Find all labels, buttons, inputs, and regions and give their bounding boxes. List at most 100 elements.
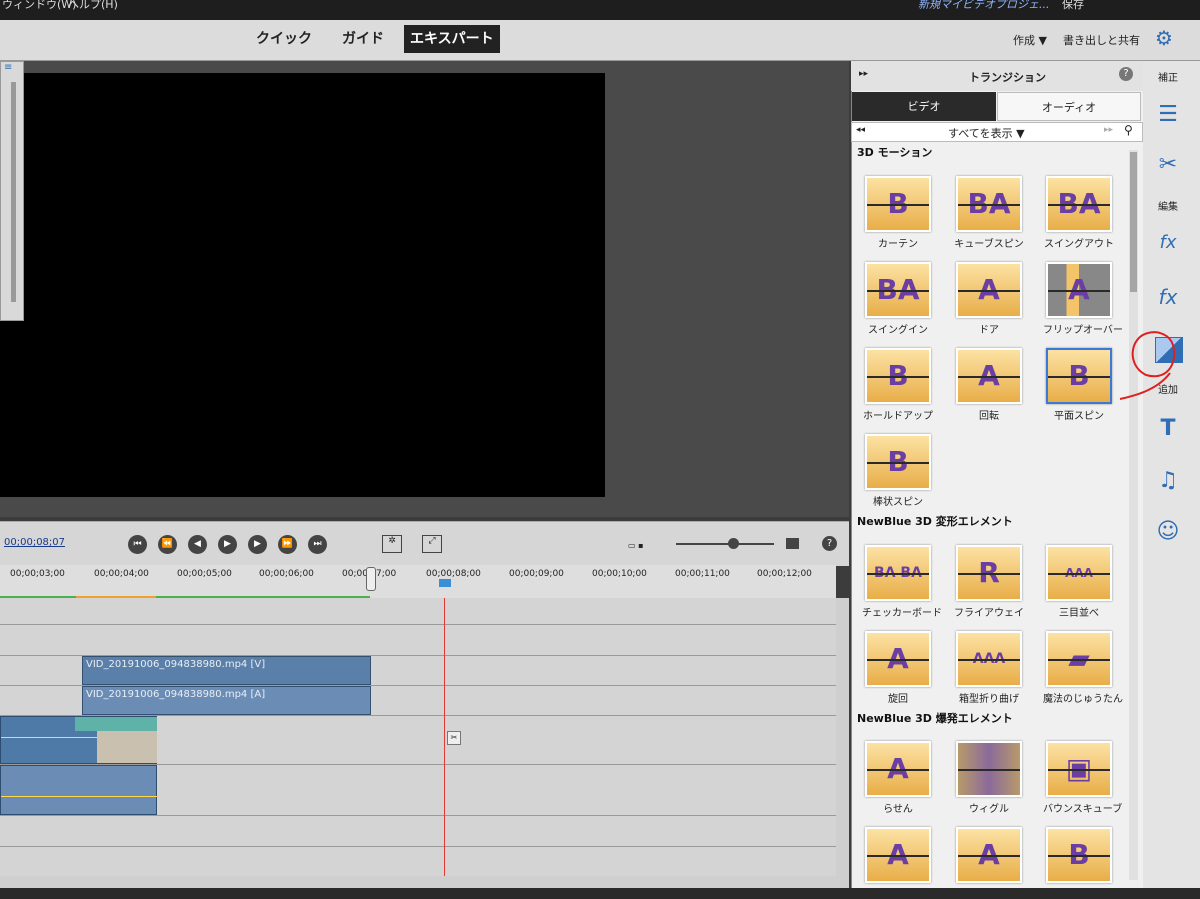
play-icon[interactable]: ▶ <box>218 535 237 554</box>
track-row[interactable] <box>0 598 836 625</box>
transition-label: 回転 <box>979 411 999 422</box>
zoom-slider-handle[interactable] <box>728 538 739 549</box>
share-menu[interactable]: 書き出しと共有 <box>1063 32 1140 48</box>
panel-scrollbar[interactable] <box>11 82 16 302</box>
transition-thumbnail: AAA <box>1046 545 1112 601</box>
track-row[interactable] <box>0 816 836 847</box>
section-title: 3D モーション <box>857 146 933 159</box>
effects-icon[interactable]: fx <box>1153 282 1183 312</box>
expand-icon[interactable]: ▸▸ <box>859 69 868 79</box>
tab-video[interactable]: ビデオ <box>852 92 996 121</box>
playhead-marker[interactable] <box>439 579 451 587</box>
help-icon[interactable]: ? <box>822 536 837 551</box>
go-to-start-icon[interactable]: ⏮ <box>128 535 147 554</box>
transition-swing-in[interactable]: BA スイングイン <box>862 262 934 336</box>
zoom-in-icon[interactable] <box>786 538 799 549</box>
track-row[interactable] <box>0 625 836 656</box>
transition-label: 三目並べ <box>1059 608 1099 619</box>
graphics-icon[interactable]: ☺ <box>1153 517 1183 547</box>
tools-icon[interactable]: ✂ <box>1153 150 1183 180</box>
save-menu[interactable]: 保存 <box>1062 0 1084 12</box>
transition-block[interactable] <box>75 717 157 731</box>
panel-scrollbar-thumb[interactable] <box>1130 152 1137 292</box>
correct-label: 補正 <box>1158 73 1178 84</box>
previous-edit-icon[interactable]: ⏪ <box>158 535 177 554</box>
transition-rotate[interactable]: A 回転 <box>953 348 1025 422</box>
transition-thumbnail: BA BA <box>865 545 931 601</box>
transition-label: ホールドアップ <box>863 411 933 422</box>
timecode[interactable]: 00;00;08;07 <box>4 537 65 548</box>
step-forward-icon[interactable]: ▶ <box>248 535 267 554</box>
work-area-handle[interactable] <box>366 567 376 591</box>
transition-label: スイングイン <box>868 325 928 336</box>
tab-quick[interactable]: クイック <box>250 25 318 53</box>
help-icon[interactable]: ? <box>1119 67 1133 81</box>
adjust-sliders-icon[interactable]: ☰ <box>1153 100 1183 130</box>
transition-item[interactable]: B <box>1043 827 1115 883</box>
menu-help[interactable]: ヘルプ(H) <box>68 0 118 12</box>
video-clip[interactable]: VID_20191006_094838980.mp4 [V] <box>82 656 371 685</box>
transition-item[interactable]: A <box>953 827 1025 883</box>
back-icon[interactable]: ◂◂ <box>856 125 865 135</box>
gear-icon[interactable]: ⚙ <box>1155 26 1173 50</box>
transition-label: フライアウェイ <box>954 608 1024 619</box>
transition-curtain[interactable]: B カーテン <box>862 176 934 250</box>
timeline-ruler[interactable]: 00;00;03;00 00;00;04;00 00;00;05;00 00;0… <box>0 565 836 599</box>
titles-icon[interactable]: T <box>1153 414 1183 444</box>
audio-clip[interactable]: VID_20191006_094838980.mp4 [A] <box>82 686 371 715</box>
timeline-horizontal-scrollbar[interactable] <box>0 876 836 888</box>
timeline-vertical-scrollbar[interactable] <box>836 598 849 888</box>
transition-bounce-cube[interactable]: ▣ バウンスキューブ <box>1043 741 1122 815</box>
zoom-out-icon[interactable]: ▭ ▪ <box>628 541 644 550</box>
list-icon[interactable]: ≡ <box>1 62 23 73</box>
transition-item[interactable]: A <box>862 827 934 883</box>
transition-label: チェッカーボード <box>862 608 942 619</box>
render-icon[interactable]: ✲ <box>382 535 402 553</box>
red-annotation <box>1119 331 1176 400</box>
transition-magic-carpet[interactable]: ▰ 魔法のじゅうたん <box>1043 631 1123 705</box>
search-icon[interactable]: ⚲ <box>1124 123 1133 137</box>
transition-cube-spin[interactable]: BA キューブスピン <box>953 176 1025 250</box>
step-back-icon[interactable]: ◀ <box>188 535 207 554</box>
tab-expert[interactable]: エキスパート <box>404 25 500 53</box>
transition-thumbnail: ▣ <box>1046 741 1112 797</box>
transition-flip-over[interactable]: A フリップオーバー <box>1043 262 1123 336</box>
forward-icon[interactable]: ▸▸ <box>1104 125 1113 135</box>
filter-label: すべてを表示 <box>948 127 1013 140</box>
transition-tic-tac-toe[interactable]: AAA 三目並べ <box>1043 545 1115 619</box>
transition-hold-up[interactable]: B ホールドアップ <box>862 348 934 422</box>
transition-thumbnail: A <box>956 827 1022 883</box>
transport-bar: 00;00;08;07 ⏮ ⏪ ◀ ▶ ▶ ⏩ ⏭ ✲ ⤢ ▭ ▪ ? <box>0 521 849 566</box>
menu-window[interactable]: ウィンドウ(W) <box>2 0 76 12</box>
transition-thumbnail: A <box>865 741 931 797</box>
transition-swing-out[interactable]: BA スイングアウト <box>1043 176 1115 250</box>
left-collapsed-panel[interactable]: ≡ <box>0 61 24 321</box>
transition-thumbnail: B <box>1046 348 1112 404</box>
transition-spiral[interactable]: A らせん <box>862 741 934 815</box>
music-icon[interactable]: ♫ <box>1153 466 1183 496</box>
transition-thumbnail: BA <box>956 176 1022 232</box>
bottom-bar <box>0 888 1200 899</box>
fullscreen-icon[interactable]: ⤢ <box>422 535 442 553</box>
transition-swirl[interactable]: A 旋回 <box>862 631 934 705</box>
next-edit-icon[interactable]: ⏩ <box>278 535 297 554</box>
transition-plane-spin[interactable]: B 平面スピン <box>1043 348 1115 422</box>
main-video-clip[interactable] <box>0 716 157 764</box>
transition-checkerboard[interactable]: BA BA チェッカーボード <box>862 545 942 619</box>
main-audio-clip[interactable] <box>0 765 158 815</box>
transition-fly-away[interactable]: R フライアウェイ <box>953 545 1025 619</box>
volume-line <box>1 796 158 797</box>
transition-door[interactable]: A ドア <box>953 262 1025 336</box>
zoom-slider[interactable] <box>676 543 774 545</box>
scissors-icon[interactable]: ✂ <box>447 731 461 745</box>
transition-wiggle[interactable]: ウィグル <box>953 741 1025 815</box>
filter-select[interactable]: すべてを表示 ▼ <box>948 125 1025 141</box>
go-to-end-icon[interactable]: ⏭ <box>308 535 327 554</box>
playhead-line[interactable] <box>444 598 445 876</box>
applied-effects-icon[interactable]: fx <box>1153 228 1183 258</box>
transition-bar-spin[interactable]: B 棒状スピン <box>862 434 934 508</box>
tab-audio[interactable]: オーディオ <box>997 92 1141 121</box>
transition-box-fold[interactable]: AAA 箱型折り曲げ <box>953 631 1025 705</box>
create-menu[interactable]: 作成 ▼ <box>1013 32 1047 48</box>
tab-guide[interactable]: ガイド <box>336 25 390 53</box>
